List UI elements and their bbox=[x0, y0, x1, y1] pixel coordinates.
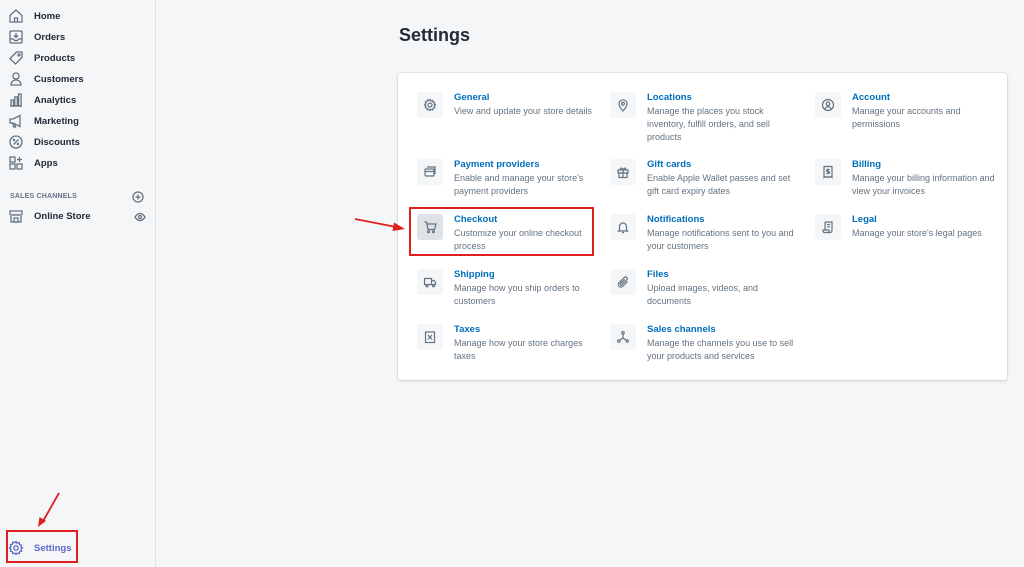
person-icon bbox=[8, 71, 24, 87]
bell-icon bbox=[610, 214, 636, 240]
setting-sales-channels[interactable]: Sales channels Manage the channels you u… bbox=[610, 324, 795, 363]
setting-payment-providers[interactable]: Payment providers Enable and manage your… bbox=[417, 159, 597, 198]
setting-title: Payment providers bbox=[454, 159, 540, 170]
nav-label: Marketing bbox=[34, 115, 79, 127]
setting-shipping[interactable]: Shipping Manage how you ship orders to c… bbox=[417, 269, 597, 308]
nav-item-apps[interactable]: Apps bbox=[8, 153, 58, 173]
settings-arrow-icon bbox=[38, 492, 60, 527]
sales-channels-label: SALES CHANNELS bbox=[10, 192, 77, 200]
setting-files[interactable]: Files Upload images, videos, and documen… bbox=[610, 269, 790, 308]
checkout-arrow-icon bbox=[354, 218, 405, 231]
checkout-highlight-box bbox=[409, 207, 594, 256]
store-icon bbox=[8, 208, 24, 224]
tax-icon bbox=[417, 324, 443, 350]
gift-icon bbox=[610, 159, 636, 185]
setting-locations[interactable]: Locations Manage the places you stock in… bbox=[610, 92, 790, 144]
nav-item-orders[interactable]: Orders bbox=[8, 27, 65, 47]
setting-title: Locations bbox=[647, 92, 692, 103]
eye-icon[interactable] bbox=[134, 210, 146, 222]
bar-chart-icon bbox=[8, 92, 24, 108]
settings-highlight-box bbox=[6, 530, 78, 563]
setting-title: Taxes bbox=[454, 324, 481, 335]
sales-channels-header: SALES CHANNELS bbox=[10, 190, 144, 203]
nav-item-customers[interactable]: Customers bbox=[8, 69, 84, 89]
setting-desc: Manage the channels you use to sell your… bbox=[647, 338, 794, 361]
setting-title: Legal bbox=[852, 214, 877, 225]
nav-label: Analytics bbox=[34, 94, 77, 106]
add-channel-icon[interactable] bbox=[132, 190, 144, 203]
nav-label: Apps bbox=[34, 157, 58, 169]
setting-title: General bbox=[454, 92, 490, 103]
nav-item-home[interactable]: Home bbox=[8, 6, 60, 26]
paperclip-icon bbox=[610, 269, 636, 295]
setting-title: Account bbox=[852, 92, 890, 103]
setting-title: Files bbox=[647, 269, 669, 280]
nav-item-online-store[interactable]: Online Store bbox=[8, 206, 146, 226]
nav-label: Products bbox=[34, 52, 76, 64]
setting-desc: Manage notifications sent to you and you… bbox=[647, 228, 794, 251]
setting-desc: Manage how your store charges taxes bbox=[454, 338, 583, 361]
nav-label: Customers bbox=[34, 73, 84, 85]
truck-icon bbox=[417, 269, 443, 295]
discount-icon bbox=[8, 134, 24, 150]
apps-icon bbox=[8, 155, 24, 171]
location-pin-icon bbox=[610, 92, 636, 118]
nav-label: Discounts bbox=[34, 136, 80, 148]
nav-label: Home bbox=[34, 10, 61, 22]
account-icon bbox=[815, 92, 841, 118]
setting-desc: Manage your billing information and view… bbox=[852, 173, 995, 196]
nav-item-analytics[interactable]: Analytics bbox=[8, 90, 76, 110]
setting-billing[interactable]: Billing Manage your billing information … bbox=[815, 159, 995, 198]
legal-icon bbox=[815, 214, 841, 240]
setting-account[interactable]: Account Manage your accounts and permiss… bbox=[815, 92, 990, 131]
setting-taxes[interactable]: Taxes Manage how your store charges taxe… bbox=[417, 324, 597, 363]
setting-title: Billing bbox=[852, 159, 882, 170]
orders-icon bbox=[8, 29, 24, 45]
setting-desc: Enable and manage your store's payment p… bbox=[454, 173, 584, 196]
setting-gift-cards[interactable]: Gift cards Enable Apple Wallet passes an… bbox=[610, 159, 795, 198]
setting-title: Sales channels bbox=[647, 324, 716, 335]
setting-desc: Manage how you ship orders to customers bbox=[454, 283, 580, 306]
setting-desc: View and update your store details bbox=[454, 106, 592, 116]
setting-desc: Upload images, videos, and documents bbox=[647, 283, 759, 306]
setting-title: Notifications bbox=[647, 214, 705, 225]
setting-desc: Enable Apple Wallet passes and set gift … bbox=[647, 173, 791, 196]
sidebar: Home Orders Products Customers Analytics… bbox=[0, 0, 156, 567]
setting-title: Gift cards bbox=[647, 159, 692, 170]
nav-item-discounts[interactable]: Discounts bbox=[8, 132, 80, 152]
setting-title: Shipping bbox=[454, 269, 495, 280]
home-icon bbox=[8, 8, 24, 24]
setting-desc: Manage the places you stock inventory, f… bbox=[647, 106, 770, 142]
channels-icon bbox=[610, 324, 636, 350]
gear-icon bbox=[417, 92, 443, 118]
megaphone-icon bbox=[8, 113, 24, 129]
payment-icon bbox=[417, 159, 443, 185]
page-title: Settings bbox=[399, 25, 471, 45]
nav-label: Online Store bbox=[34, 210, 91, 222]
nav-label: Orders bbox=[34, 31, 66, 43]
setting-notifications[interactable]: Notifications Manage notifications sent … bbox=[610, 214, 795, 253]
setting-legal[interactable]: Legal Manage your store's legal pages bbox=[815, 214, 995, 240]
setting-desc: Manage your accounts and permissions bbox=[852, 106, 961, 129]
nav-item-marketing[interactable]: Marketing bbox=[8, 111, 79, 131]
tag-icon bbox=[8, 50, 24, 66]
billing-icon bbox=[815, 159, 841, 185]
setting-general[interactable]: General View and update your store detai… bbox=[417, 92, 592, 118]
nav-item-products[interactable]: Products bbox=[8, 48, 75, 68]
setting-desc: Manage your store's legal pages bbox=[852, 228, 982, 238]
